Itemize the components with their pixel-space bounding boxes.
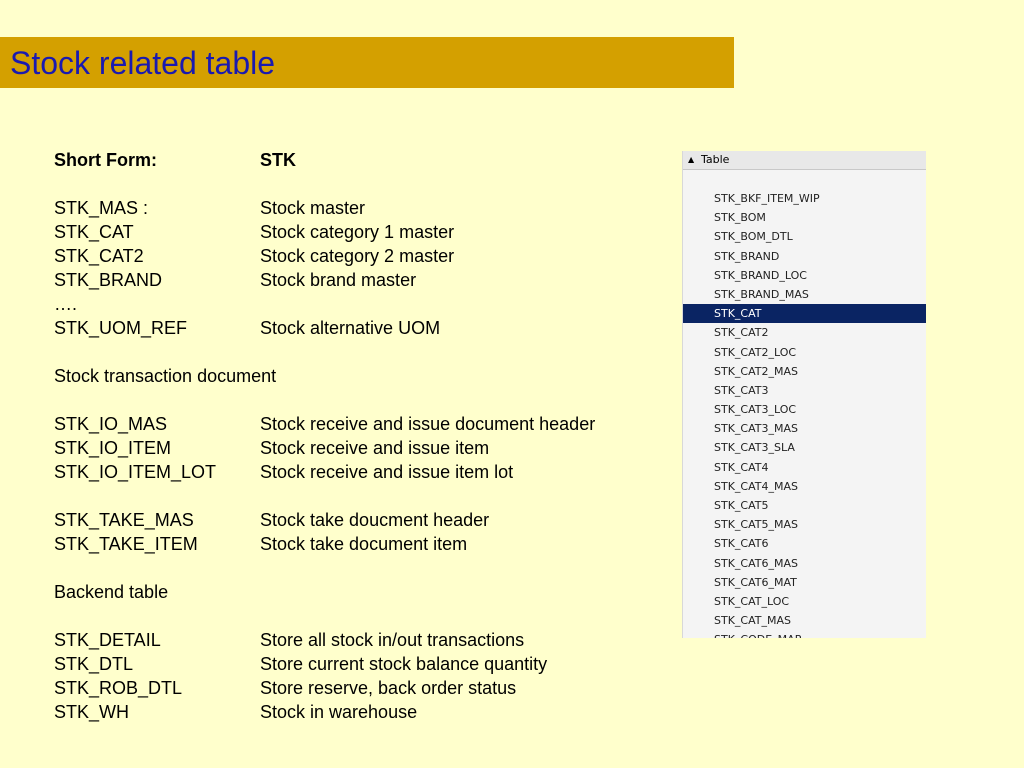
tree-item[interactable]: STK_BKF_ITEM_WIP (683, 189, 926, 208)
table-code: STK_IO_ITEM_LOT (54, 462, 217, 482)
table-row: STK_WH Stock in warehouse (54, 700, 654, 724)
short-form-label: Short Form: (54, 150, 157, 170)
tree-item[interactable]: STK_CAT5 (683, 496, 926, 515)
section-heading: Stock transaction document (54, 366, 277, 386)
content-list: Short Form: STK STK_MAS : Stock master STK… (54, 148, 654, 724)
table-description: Store reserve, back order status (260, 678, 517, 698)
short-form-row: Short Form: STK (54, 148, 654, 172)
tree-item[interactable]: STK_CODE_MAP (683, 630, 926, 638)
tree-item[interactable]: STK_CAT3_SLA (683, 438, 926, 457)
tree-item[interactable]: STK_CAT3 (683, 381, 926, 400)
table-row: …. (54, 292, 654, 316)
title-bar: Stock related table (0, 37, 734, 88)
table-description: Stock receive and issue item (260, 438, 490, 458)
table-row: STK_BRAND Stock brand master (54, 268, 654, 292)
table-code: STK_IO_MAS (54, 414, 168, 434)
table-code: STK_ROB_DTL (54, 678, 183, 698)
tree-item[interactable]: STK_CAT2_MAS (683, 362, 926, 381)
table-description: Store current stock balance quantity (260, 654, 548, 674)
table-description: Stock category 1 master (260, 222, 455, 242)
table-code: STK_UOM_REF (54, 318, 188, 338)
table-code: STK_CAT2 (54, 246, 144, 266)
table-description: Stock master (260, 198, 366, 218)
tree-item[interactable]: STK_CAT_MAS (683, 611, 926, 630)
table-row: STK_IO_ITEM_LOT Stock receive and issue i… (54, 460, 654, 484)
table-code: STK_IO_ITEM (54, 438, 172, 458)
tree-item[interactable]: STK_CAT_LOC (683, 592, 926, 611)
table-description: Stock take doucment header (260, 510, 490, 530)
tree-item[interactable]: STK_BRAND_LOC (683, 266, 926, 285)
table-row: STK_ROB_DTL Store reserve, back order sta… (54, 676, 654, 700)
table-code: …. (54, 294, 78, 314)
tree-list: STK_BKF_ITEM_WIP STK_BOM STK_BOM_DTL STK_BR… (683, 181, 926, 638)
table-description: Store all stock in/out transactions (260, 630, 525, 650)
page-title: Stock related table (10, 45, 276, 81)
table-code: STK_CAT (54, 222, 134, 242)
tree-item[interactable]: STK_CAT2 (683, 323, 926, 342)
tree-header-label: Table (701, 153, 730, 166)
tree-item[interactable]: STK_CAT6_MAT (683, 573, 926, 592)
table-row: STK_IO_ITEM Stock receive and issue item (54, 436, 654, 460)
table-row: STK_IO_MAS Stock receive and issue docume… (54, 412, 654, 436)
tree-item[interactable]: STK_CAT5_MAS (683, 515, 926, 534)
table-code: STK_MAS : (54, 198, 149, 218)
tree-item[interactable]: STK_CAT2_LOC (683, 343, 926, 362)
short-form-value: STK (260, 150, 296, 170)
table-code: STK_DTL (54, 654, 134, 674)
table-description: Stock brand master (260, 270, 417, 290)
table-row: STK_DETAIL Store all stock in/out transac… (54, 628, 654, 652)
table-description: Stock take document item (260, 534, 468, 554)
tree-item[interactable]: STK_BOM_DTL (683, 227, 926, 246)
table-row: STK_DTL Store current stock balance quant… (54, 652, 654, 676)
tree-item[interactable]: STK_CAT3_MAS (683, 419, 926, 438)
tree-item[interactable]: STK_CAT4_MAS (683, 477, 926, 496)
table-description: Stock category 2 master (260, 246, 455, 266)
table-row: STK_CAT2 Stock category 2 master (54, 244, 654, 268)
table-description: Stock alternative UOM (260, 318, 441, 338)
tree-item[interactable]: STK_BRAND (683, 247, 926, 266)
tree-item[interactable]: STK_BRAND_MAS (683, 285, 926, 304)
table-code: STK_TAKE_ITEM (54, 534, 198, 554)
table-description: Stock receive and issue item lot (260, 462, 514, 482)
tree-scroll-area[interactable]: STK_BKF_ITEM_WIP STK_BOM STK_BOM_DTL STK_BR… (683, 170, 926, 638)
section-heading: Backend table (54, 582, 169, 602)
table-row: STK_CAT Stock category 1 master (54, 220, 654, 244)
table-code: STK_BRAND (54, 270, 163, 290)
table-row: STK_TAKE_ITEM Stock take document item (54, 532, 654, 556)
tree-item-partial[interactable] (683, 181, 926, 189)
tree-item[interactable]: STK_BOM (683, 208, 926, 227)
collapse-arrow-icon[interactable]: ▲ (688, 151, 694, 169)
table-code: STK_TAKE_MAS (54, 510, 194, 530)
tree-item[interactable]: STK_CAT (683, 304, 926, 324)
table-description: Stock in warehouse (260, 702, 418, 722)
tree-header[interactable]: ▲ Table (683, 151, 926, 170)
tree-item[interactable]: STK_CAT6 (683, 534, 926, 553)
tree-item[interactable]: STK_CAT3_LOC (683, 400, 926, 419)
tree-item[interactable]: STK_CAT6_MAS (683, 554, 926, 573)
table-description: Stock receive and issue document header (260, 414, 596, 434)
tree-item[interactable]: STK_CAT4 (683, 458, 926, 477)
table-row: STK_MAS : Stock master (54, 196, 654, 220)
table-code: STK_DETAIL (54, 630, 161, 650)
table-code: STK_WH (54, 702, 130, 722)
table-tree-panel[interactable]: STK_BKF_ITEM_WIP STK_BOM STK_BOM_DTL STK_BR… (682, 151, 926, 638)
table-row: STK_UOM_REF Stock alternative UOM (54, 316, 654, 340)
table-row: STK_TAKE_MAS Stock take doucment header (54, 508, 654, 532)
